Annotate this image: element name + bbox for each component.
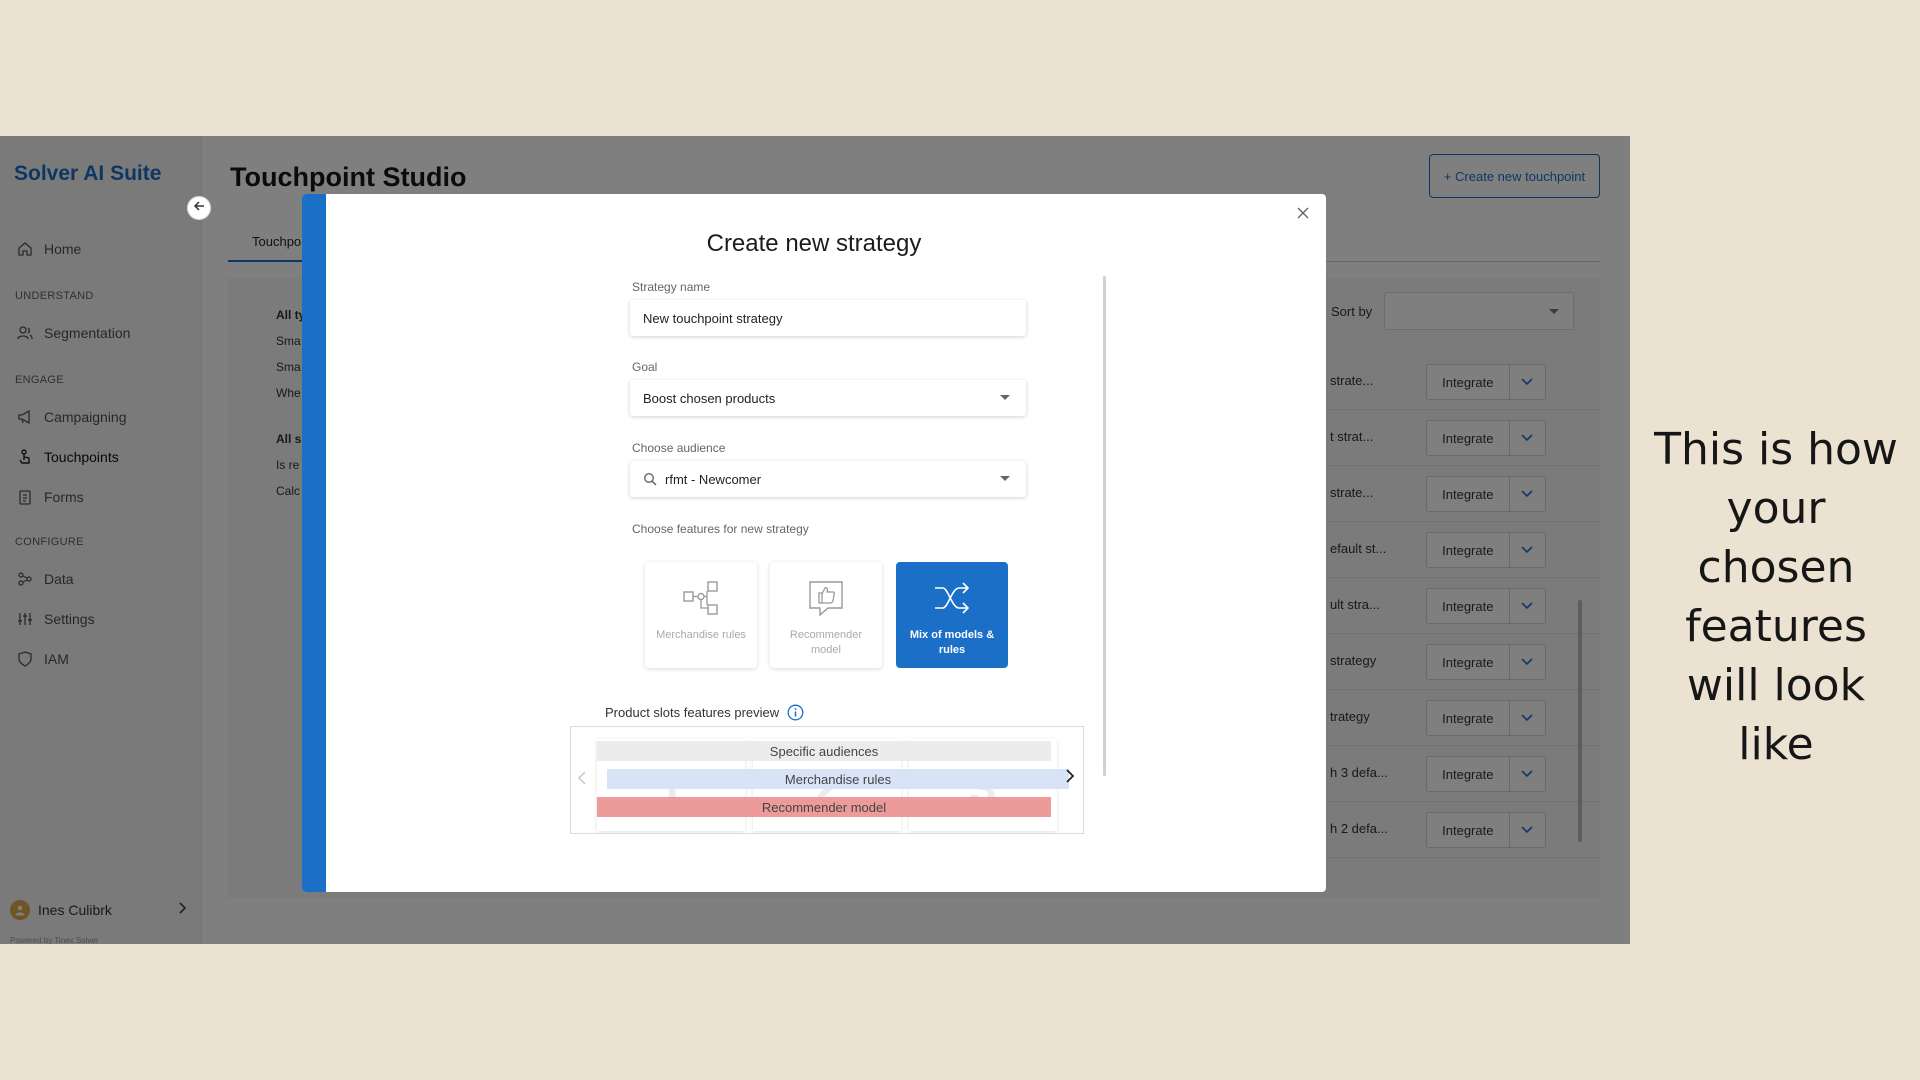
feature-card-label: Merchandise rules (656, 629, 746, 641)
ribbon-merchandise-rules: Merchandise rules (607, 769, 1069, 789)
create-strategy-modal: Create new strategy Strategy name New to… (302, 194, 1326, 892)
thumbs-up-icon (804, 576, 848, 620)
close-icon (1297, 206, 1309, 224)
strategy-name-label: Strategy name (632, 280, 711, 294)
strategy-name-input[interactable]: New touchpoint strategy (630, 300, 1026, 336)
modal-accent-bar (302, 194, 326, 892)
modal-scrollbar[interactable] (1103, 276, 1106, 776)
preview-heading: Product slots features preview (605, 704, 804, 721)
ribbon-recommender-model: Recommender model (597, 797, 1051, 817)
preview-label: Product slots features preview (605, 705, 780, 720)
collapse-sidebar-button[interactable] (187, 196, 211, 220)
close-button[interactable] (1292, 204, 1314, 226)
caret-down-icon (1000, 476, 1010, 481)
caption-text: This is how your chosen features will lo… (1654, 424, 1898, 770)
goal-label: Goal (632, 360, 658, 374)
goal-value: Boost chosen products (643, 390, 776, 406)
feature-card-recommender-model[interactable]: Recommender model (770, 562, 882, 668)
feature-card-label: Recommender model (789, 629, 863, 656)
search-icon (643, 472, 657, 486)
shuffle-icon (930, 576, 974, 620)
modal-title: Create new strategy (706, 230, 922, 257)
app-window: Solver AI Suite Home UNDERSTAND Segmenta… (0, 136, 1630, 944)
feature-card-merchandise-rules[interactable]: Merchandise rules (645, 562, 757, 668)
ribbon-specific-audiences: Specific audiences (597, 741, 1051, 761)
strategy-name-value: New touchpoint strategy (643, 310, 783, 326)
arrow-left-icon (193, 199, 205, 217)
audience-value: rfmt - Newcomer (665, 471, 762, 487)
features-label: Choose features for new strategy (632, 522, 809, 536)
product-slots-preview: 1 2 3 Specific audiences Merchandise rul… (570, 726, 1084, 834)
chevron-right-icon[interactable] (1065, 769, 1075, 788)
feature-card-mix-models-rules[interactable]: Mix of models & rules (896, 562, 1008, 668)
feature-card-label: Mix of models & rules (909, 629, 995, 656)
goal-select[interactable]: Boost chosen products (630, 380, 1026, 416)
chevron-left-icon[interactable] (577, 771, 587, 790)
audience-label: Choose audience (632, 441, 726, 455)
flowchart-icon (679, 576, 723, 620)
audience-select[interactable]: rfmt - Newcomer (630, 461, 1026, 497)
info-icon[interactable] (787, 704, 804, 721)
caret-down-icon (1000, 395, 1010, 400)
